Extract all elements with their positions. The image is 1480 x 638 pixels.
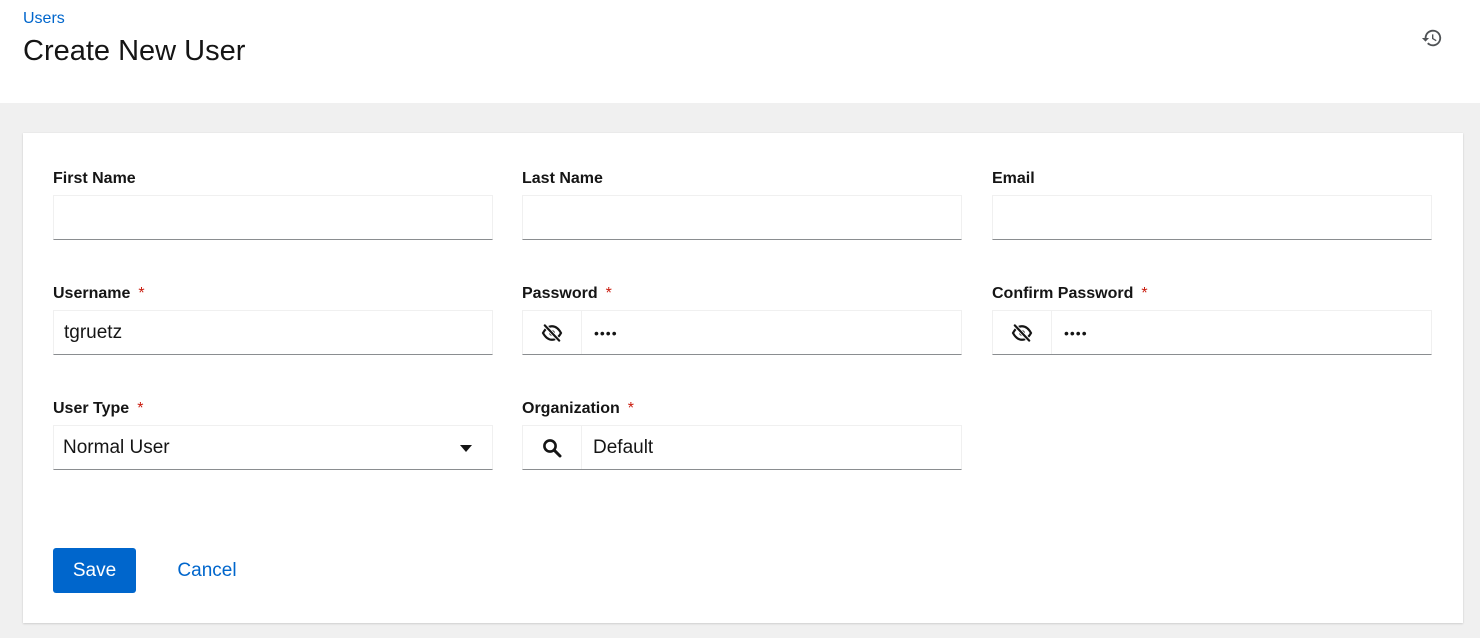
required-marker: * [605, 285, 612, 302]
user-type-select[interactable]: Normal User [53, 425, 493, 470]
user-type-label: User Type * [53, 400, 144, 417]
confirm-password-input[interactable]: •••• [1052, 311, 1431, 354]
caret-down-icon [460, 445, 472, 452]
history-button[interactable] [1419, 25, 1445, 51]
save-button[interactable]: Save [53, 548, 136, 593]
user-type-selected-value: Normal User [63, 437, 170, 458]
search-icon [543, 438, 562, 457]
organization-label: Organization * [522, 400, 635, 417]
password-visibility-toggle[interactable] [523, 311, 582, 354]
last-name-input[interactable] [523, 196, 961, 239]
password-input[interactable]: •••• [582, 311, 961, 354]
history-icon [1421, 29, 1442, 47]
organization-input[interactable] [582, 426, 961, 469]
page-title: Create New User [23, 35, 246, 67]
username-input-box [53, 310, 493, 355]
confirm-password-input-group: •••• [992, 310, 1432, 355]
page-header: Users Create New User [0, 0, 1480, 103]
last-name-input-box [522, 195, 962, 240]
username-label: Username * [53, 285, 145, 302]
first-name-input[interactable] [54, 196, 492, 239]
breadcrumb-users-link[interactable]: Users [23, 10, 65, 28]
eye-slash-icon [1011, 323, 1033, 342]
required-marker: * [137, 400, 144, 417]
required-marker: * [138, 285, 145, 302]
create-user-form: First Name Last Name Email Username* Pas… [23, 133, 1463, 623]
organization-lookup [522, 425, 962, 470]
email-input[interactable] [993, 196, 1431, 239]
first-name-input-box [53, 195, 493, 240]
eye-slash-icon [541, 323, 563, 342]
password-label: Password * [522, 285, 612, 302]
confirm-password-visibility-toggle[interactable] [993, 311, 1052, 354]
username-input[interactable] [54, 311, 492, 354]
first-name-label: First Name [53, 170, 136, 187]
password-input-group: •••• [522, 310, 962, 355]
email-input-box [992, 195, 1432, 240]
email-label: Email [992, 170, 1035, 187]
last-name-label: Last Name [522, 170, 603, 187]
required-marker: * [627, 400, 635, 417]
organization-search-button[interactable] [523, 426, 582, 469]
required-marker: * [1141, 285, 1148, 302]
confirm-password-label: Confirm Password * [992, 285, 1148, 302]
cancel-button[interactable]: Cancel [160, 548, 254, 593]
